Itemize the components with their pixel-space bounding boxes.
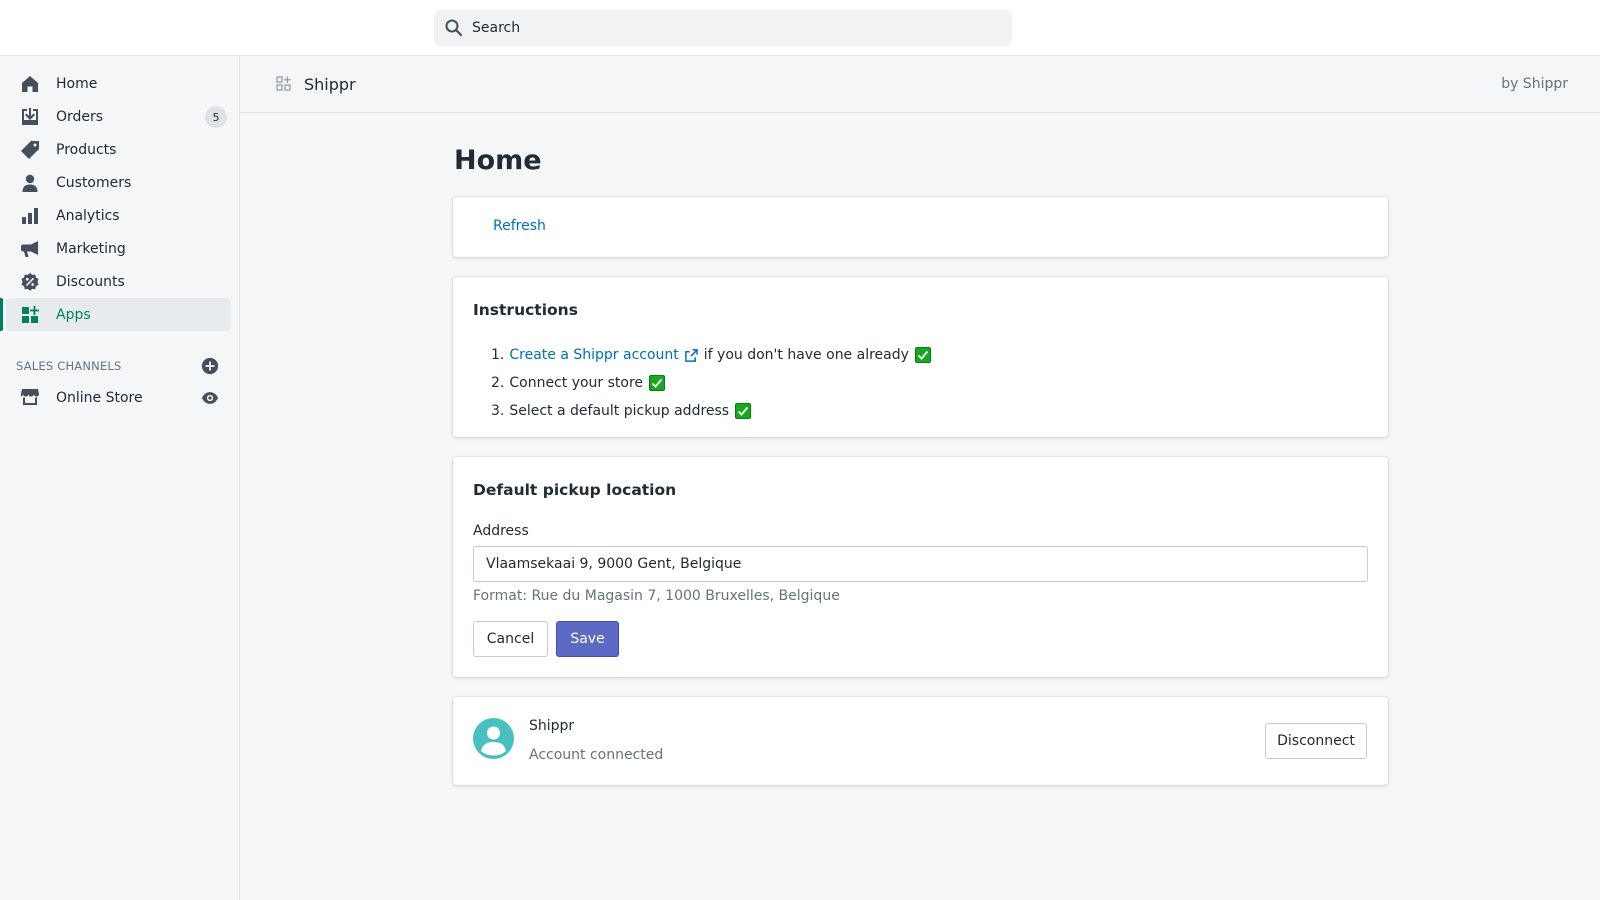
sidebar-item-label: Products — [56, 141, 117, 158]
sidebar-item-label: Online Store — [56, 389, 143, 406]
external-link-icon — [684, 348, 698, 362]
orders-count-badge: 5 — [205, 106, 227, 128]
sidebar-item-marketing[interactable]: Marketing — [0, 232, 231, 265]
step-number: 1. — [491, 347, 505, 363]
account-card: Shippr Account connected Disconnect — [453, 697, 1388, 785]
refresh-link[interactable]: Refresh — [493, 218, 546, 234]
create-account-link[interactable]: Create a Shippr account — [509, 347, 698, 363]
discount-icon — [21, 272, 39, 291]
search-bar[interactable] — [434, 10, 1012, 46]
instructions-card: Instructions 1. Create a Shippr account … — [453, 277, 1388, 437]
megaphone-icon — [21, 240, 38, 257]
top-bar — [0, 0, 1600, 56]
instructions-title: Instructions — [473, 301, 578, 319]
orders-icon — [22, 107, 38, 125]
sidebar-item-apps[interactable]: Apps — [0, 298, 231, 331]
person-icon — [22, 174, 38, 192]
sales-channels-title: SALES CHANNELS — [16, 359, 122, 373]
page-title: Home — [454, 145, 542, 176]
step-number: 3. — [491, 403, 505, 419]
sidebar-item-label: Customers — [56, 174, 132, 191]
sidebar-item-products[interactable]: Products — [0, 133, 231, 166]
sales-channels-header: SALES CHANNELS — [0, 351, 239, 381]
sidebar-item-label: Home — [56, 75, 98, 92]
app-grid-icon — [276, 76, 291, 91]
check-mark-icon — [914, 347, 931, 363]
search-input[interactable] — [472, 20, 992, 36]
sidebar-item-orders[interactable]: Orders 5 — [0, 100, 231, 133]
sidebar-item-home[interactable]: Home — [0, 67, 231, 100]
app-header: Shippr by Shippr — [240, 56, 1600, 113]
instruction-step-2: 2. Connect your store — [491, 369, 931, 397]
app-developer: by Shippr — [1501, 76, 1568, 92]
create-account-link-text: Create a Shippr account — [509, 347, 679, 363]
home-icon — [22, 75, 38, 92]
refresh-card: Refresh — [453, 197, 1388, 257]
step-number: 2. — [491, 375, 505, 391]
eye-icon[interactable] — [201, 389, 219, 407]
save-button[interactable]: Save — [556, 621, 619, 657]
account-status: Account connected — [529, 747, 664, 763]
step-text: if you don't have one already — [703, 347, 909, 363]
check-mark-icon — [735, 403, 752, 419]
pickup-title: Default pickup location — [473, 481, 677, 499]
instruction-step-1: 1. Create a Shippr account if you don't … — [491, 341, 931, 369]
address-input[interactable] — [473, 546, 1368, 582]
app-name: Shippr — [304, 74, 356, 94]
sidebar-item-online-store[interactable]: Online Store — [0, 381, 239, 414]
sidebar-item-label: Orders — [56, 108, 104, 125]
tag-icon — [21, 140, 39, 159]
instruction-step-3: 3. Select a default pickup address — [491, 397, 931, 425]
sidebar-item-label: Marketing — [56, 240, 126, 257]
sidebar-item-analytics[interactable]: Analytics — [0, 199, 231, 232]
bar-chart-icon — [22, 207, 38, 224]
sidebar-item-label: Discounts — [56, 273, 125, 290]
sidebar-item-label: Analytics — [56, 207, 120, 224]
step-text: Connect your store — [509, 375, 644, 391]
sidebar-item-customers[interactable]: Customers — [0, 166, 231, 199]
add-channel-icon[interactable] — [201, 357, 219, 375]
store-icon — [21, 388, 39, 405]
search-icon — [445, 19, 463, 37]
disconnect-button[interactable]: Disconnect — [1265, 723, 1367, 759]
check-mark-icon — [649, 375, 666, 391]
address-label: Address — [473, 523, 529, 539]
instructions-list: 1. Create a Shippr account if you don't … — [491, 341, 931, 425]
step-text: Select a default pickup address — [509, 403, 730, 419]
main-nav: Home Orders 5 Products Customers Analyti… — [0, 56, 239, 331]
pickup-location-card: Default pickup location Address Format: … — [453, 457, 1388, 677]
apps-icon — [22, 305, 39, 323]
avatar-icon — [473, 718, 514, 759]
address-format-help: Format: Rue du Magasin 7, 1000 Bruxelles… — [473, 588, 840, 604]
sidebar-item-discounts[interactable]: Discounts — [0, 265, 231, 298]
cancel-button[interactable]: Cancel — [473, 621, 548, 657]
sidebar-item-label: Apps — [56, 306, 91, 323]
account-name: Shippr — [529, 718, 575, 734]
sidebar: Home Orders 5 Products Customers Analyti… — [0, 56, 240, 900]
